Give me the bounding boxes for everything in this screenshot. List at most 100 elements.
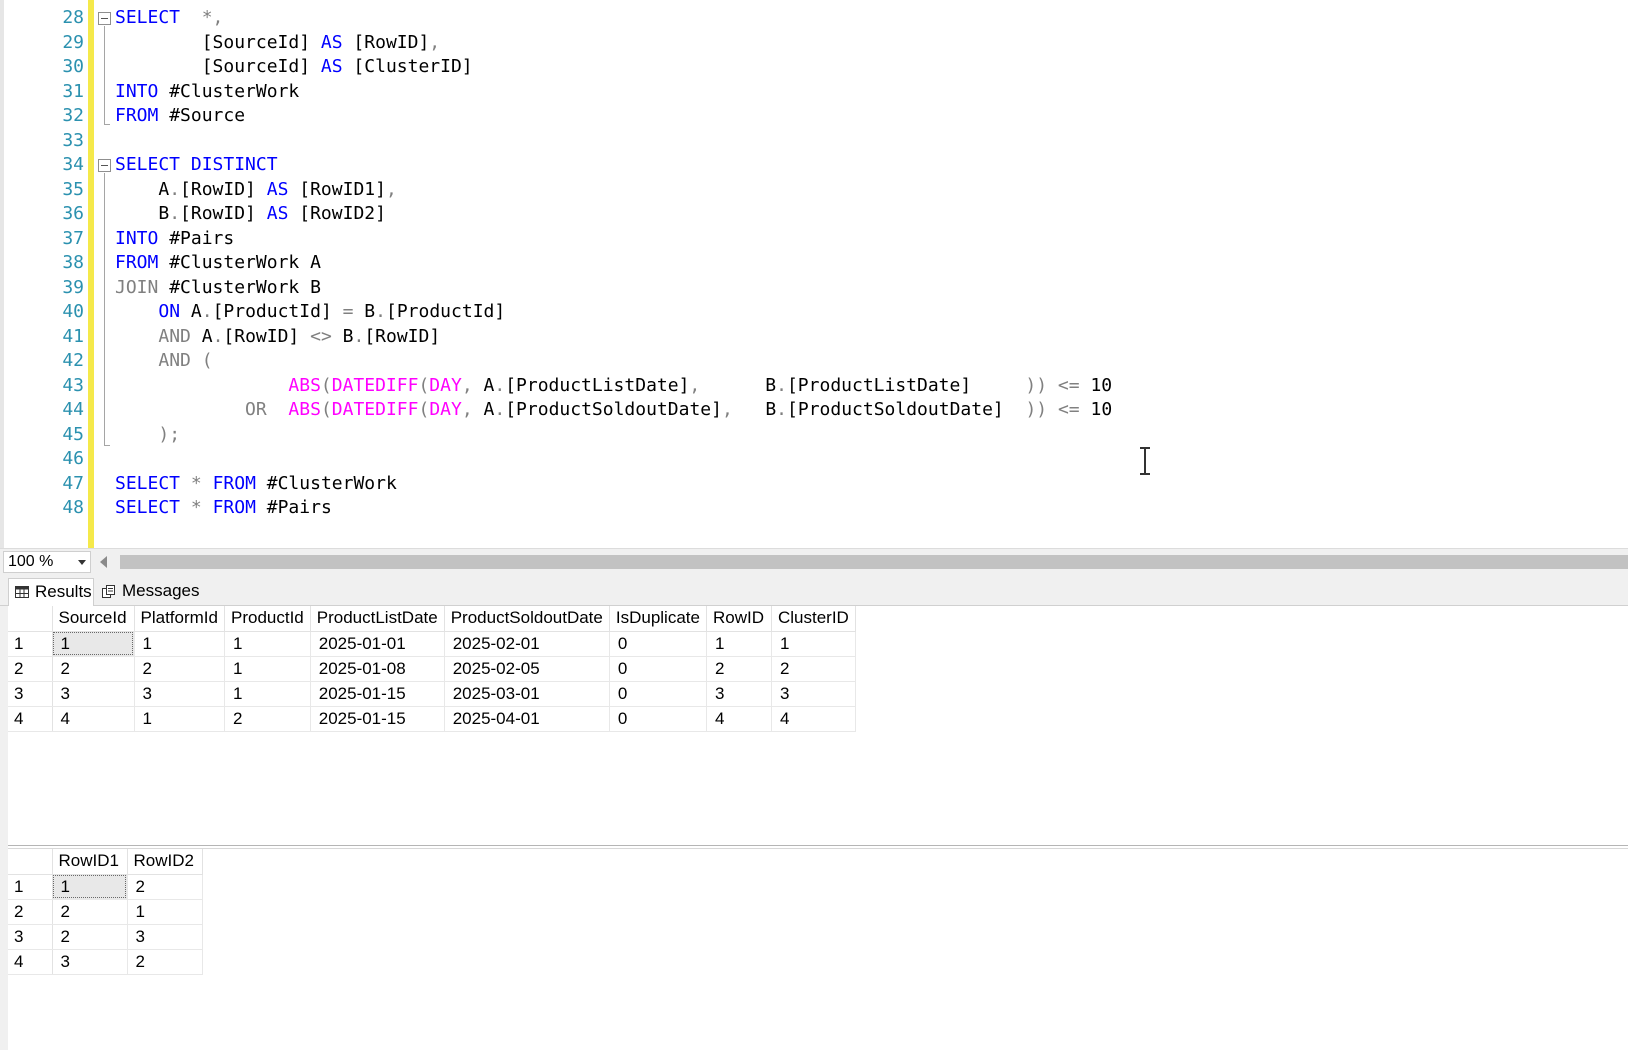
grid-cell[interactable]: 2	[771, 656, 856, 682]
code-line[interactable]: SELECT DISTINCT	[115, 152, 278, 178]
grid-cell[interactable]: 3	[706, 681, 772, 707]
grid-corner[interactable]	[8, 606, 53, 632]
grid-cell[interactable]: 1	[706, 631, 772, 657]
row-number[interactable]: 4	[8, 706, 53, 732]
zoom-select[interactable]: 100 %	[3, 551, 91, 573]
grid-cell[interactable]: 1	[224, 656, 311, 682]
code-line[interactable]: SELECT * FROM #ClusterWork	[115, 471, 397, 497]
column-header[interactable]: RowID2	[127, 849, 203, 875]
grid-cell[interactable]: 3	[52, 681, 135, 707]
grid-cell[interactable]: 2025-02-01	[444, 631, 610, 657]
operator-token: *	[190, 472, 202, 494]
result-grid-pairs[interactable]: RowID1 RowID2 112221323432	[8, 848, 1628, 1050]
grid-cell[interactable]: 1	[224, 681, 311, 707]
scroll-left-icon[interactable]	[100, 556, 107, 568]
grid-cell[interactable]: 4	[52, 706, 135, 732]
column-header[interactable]: PlatformId	[134, 606, 225, 632]
grid-cell[interactable]: 0	[609, 706, 707, 732]
column-header[interactable]: ProductListDate	[310, 606, 445, 632]
code-line[interactable]: FROM #ClusterWork A	[115, 250, 321, 276]
grid-cell[interactable]: 2	[52, 656, 135, 682]
grid-cell[interactable]: 1	[134, 706, 225, 732]
code-line[interactable]: [SourceId] AS [ClusterID]	[115, 54, 473, 80]
grid-cell[interactable]: 2025-01-08	[310, 656, 445, 682]
table-row[interactable]: 2 2 2 1 2025-01-08 2025-02-05 0 2 2	[8, 656, 856, 682]
grid-cell[interactable]: 2025-02-05	[444, 656, 610, 682]
tab-messages[interactable]: Messages	[96, 578, 199, 606]
grid-cell[interactable]: 2	[134, 656, 225, 682]
collapse-icon[interactable]	[98, 12, 111, 25]
column-header[interactable]: ProductSoldoutDate	[444, 606, 610, 632]
grid-cell[interactable]: 1	[134, 631, 225, 657]
column-header[interactable]: SourceId	[52, 606, 135, 632]
code-line[interactable]: OR ABS(DATEDIFF(DAY, A.[ProductSoldoutDa…	[115, 397, 1112, 423]
table-row[interactable]: 323	[8, 924, 203, 950]
grid-cell[interactable]: 4	[706, 706, 772, 732]
grid-cell[interactable]: 3	[134, 681, 225, 707]
grid-cell[interactable]: 0	[609, 681, 707, 707]
grid-cell[interactable]: 0	[609, 656, 707, 682]
code-line[interactable]: ON A.[ProductId] = B.[ProductId]	[115, 299, 505, 325]
code-line[interactable]: A.[RowID] AS [RowID1],	[115, 177, 396, 203]
results-table[interactable]: RowID1 RowID2 112221323432	[8, 849, 203, 975]
table-row[interactable]: 1 1 1 1 2025-01-01 2025-02-01 0 1 1	[8, 631, 856, 657]
grid-cell[interactable]: 2025-04-01	[444, 706, 610, 732]
grid-cell[interactable]: 3	[771, 681, 856, 707]
result-grid-clusterwork[interactable]: SourceId PlatformId ProductId ProductListDa…	[8, 606, 1628, 846]
grid-cell[interactable]: 1	[771, 631, 856, 657]
grid-cell[interactable]: 4	[771, 706, 856, 732]
grid-cell[interactable]: 2	[127, 949, 203, 975]
grid-cell[interactable]: 2025-01-15	[310, 706, 445, 732]
results-table[interactable]: SourceId PlatformId ProductId ProductListDa…	[8, 606, 856, 732]
row-number[interactable]: 2	[8, 899, 53, 925]
code-line[interactable]: AND (	[115, 348, 212, 374]
row-number[interactable]: 2	[8, 656, 53, 682]
code-line[interactable]: SELECT *,	[115, 5, 223, 31]
grid-cell[interactable]: 1	[52, 874, 128, 900]
grid-cell[interactable]: 2	[52, 924, 128, 950]
table-row[interactable]: 432	[8, 949, 203, 975]
grid-cell[interactable]: 2025-03-01	[444, 681, 610, 707]
code-line[interactable]: B.[RowID] AS [RowID2]	[115, 201, 386, 227]
grid-cell[interactable]: 3	[127, 924, 203, 950]
grid-cell[interactable]: 2025-01-01	[310, 631, 445, 657]
code-line[interactable]: JOIN #ClusterWork B	[115, 275, 321, 301]
query-editor[interactable]: 28 29 30 31 32 33 34 35 36 37 38 39 40 41 42 43 44 45 46 47…	[0, 0, 1628, 548]
column-header[interactable]: RowID	[706, 606, 772, 632]
grid-cell[interactable]: 1	[127, 899, 203, 925]
row-number[interactable]: 4	[8, 949, 53, 975]
code-line[interactable]: );	[115, 422, 180, 448]
grid-cell[interactable]: 3	[52, 949, 128, 975]
table-row[interactable]: 3 3 3 1 2025-01-15 2025-03-01 0 3 3	[8, 681, 856, 707]
row-number[interactable]: 1	[8, 631, 53, 657]
grid-cell[interactable]: 2	[52, 899, 128, 925]
grid-cell[interactable]: 1	[52, 631, 135, 657]
column-header[interactable]: ProductId	[224, 606, 311, 632]
code-line[interactable]: INTO #ClusterWork	[115, 79, 299, 105]
table-row[interactable]: 4 4 1 2 2025-01-15 2025-04-01 0 4 4	[8, 706, 856, 732]
horizontal-scrollbar-thumb[interactable]	[120, 555, 1628, 569]
table-row[interactable]: 221	[8, 899, 203, 925]
code-line[interactable]: FROM #Source	[115, 103, 245, 129]
grid-corner[interactable]	[8, 849, 53, 875]
row-number[interactable]: 3	[8, 924, 53, 950]
grid-cell[interactable]: 2	[224, 706, 311, 732]
code-line[interactable]: INTO #Pairs	[115, 226, 234, 252]
grid-cell[interactable]: 2	[127, 874, 203, 900]
column-header[interactable]: ClusterID	[771, 606, 856, 632]
tab-results[interactable]: Results	[8, 578, 94, 606]
code-line[interactable]: AND A.[RowID] <> B.[RowID]	[115, 324, 440, 350]
grid-cell[interactable]: 1	[224, 631, 311, 657]
row-number[interactable]: 1	[8, 874, 53, 900]
collapse-icon[interactable]	[98, 159, 111, 172]
code-line[interactable]: [SourceId] AS [RowID],	[115, 30, 440, 56]
code-line[interactable]: SELECT * FROM #Pairs	[115, 495, 332, 521]
row-number[interactable]: 3	[8, 681, 53, 707]
column-header[interactable]: RowID1	[52, 849, 128, 875]
grid-cell[interactable]: 0	[609, 631, 707, 657]
table-row[interactable]: 112	[8, 874, 203, 900]
column-header[interactable]: IsDuplicate	[609, 606, 707, 632]
grid-cell[interactable]: 2025-01-15	[310, 681, 445, 707]
grid-cell[interactable]: 2	[706, 656, 772, 682]
code-line[interactable]: ABS(DATEDIFF(DAY, A.[ProductListDate], B…	[115, 373, 1112, 399]
